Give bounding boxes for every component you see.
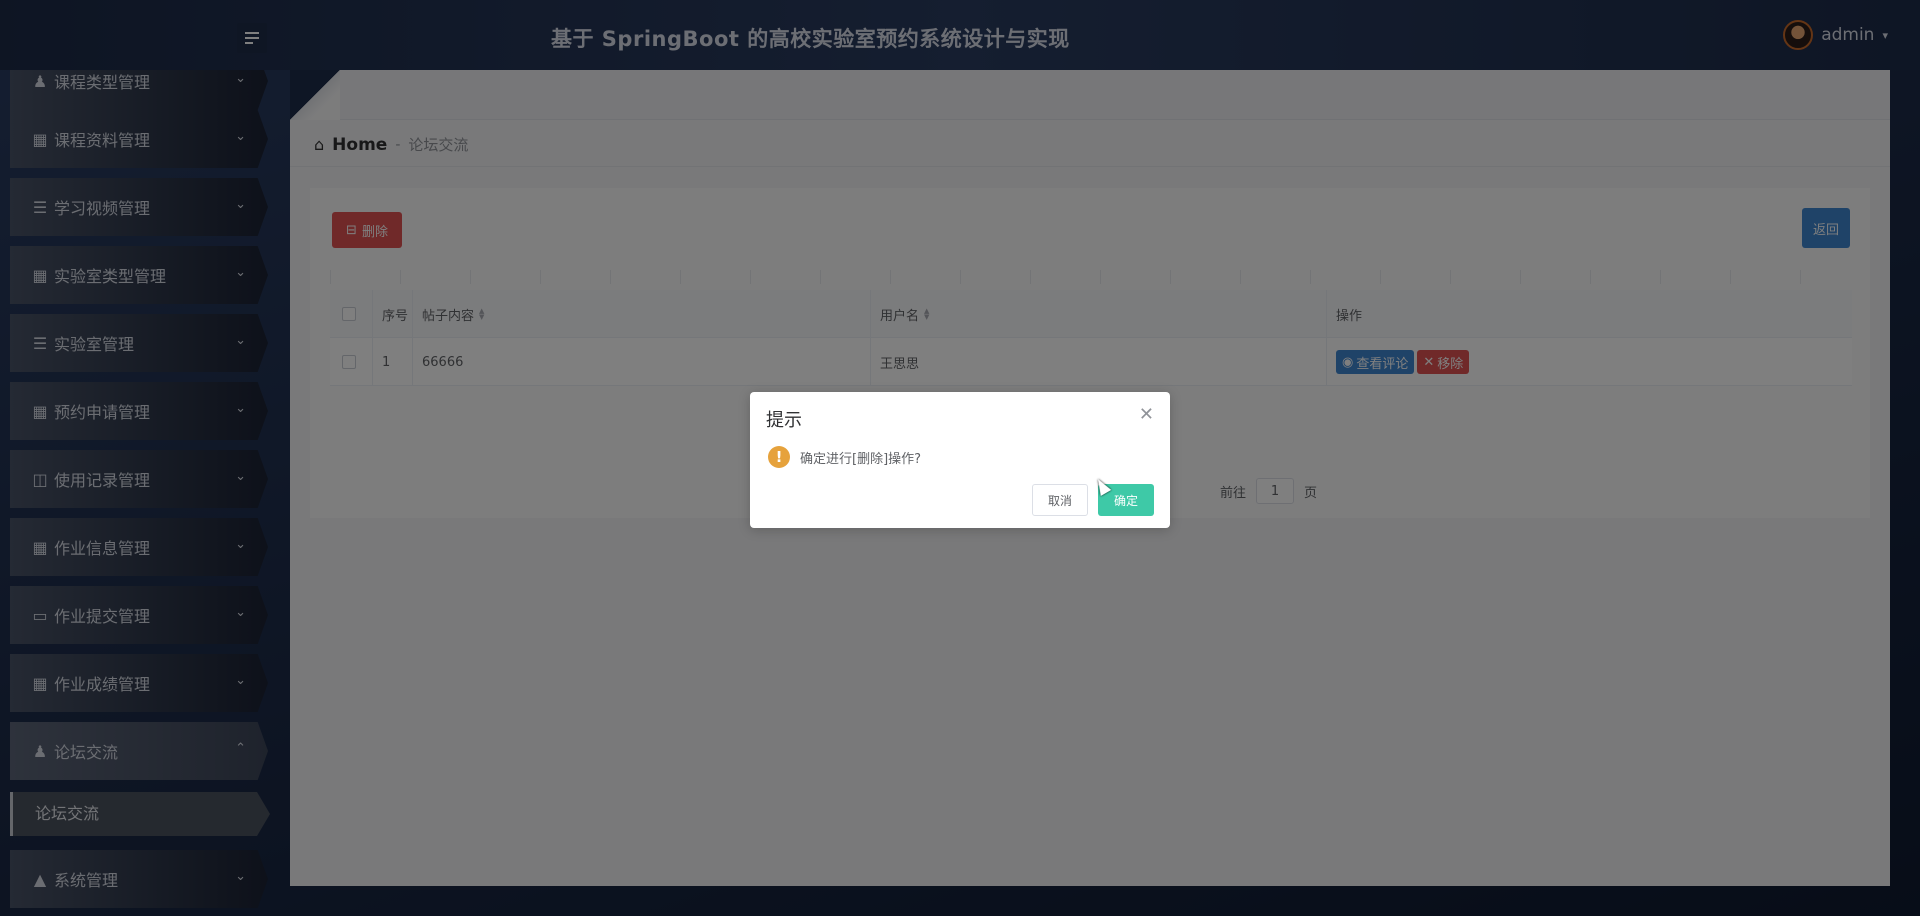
cancel-button[interactable]: 取消 bbox=[1032, 484, 1088, 516]
warning-icon: ! bbox=[768, 446, 790, 468]
dialog-title: 提示 bbox=[766, 410, 802, 431]
dialog-footer: 取消 确定 bbox=[1032, 484, 1154, 516]
close-icon[interactable]: ✕ bbox=[1139, 404, 1154, 425]
dialog-message: 确定进行[删除]操作? bbox=[800, 451, 922, 467]
dialog-body: ! 确定进行[删除]操作? bbox=[768, 446, 921, 468]
confirm-dialog: 提示 ✕ ! 确定进行[删除]操作? 取消 确定 bbox=[750, 392, 1170, 528]
